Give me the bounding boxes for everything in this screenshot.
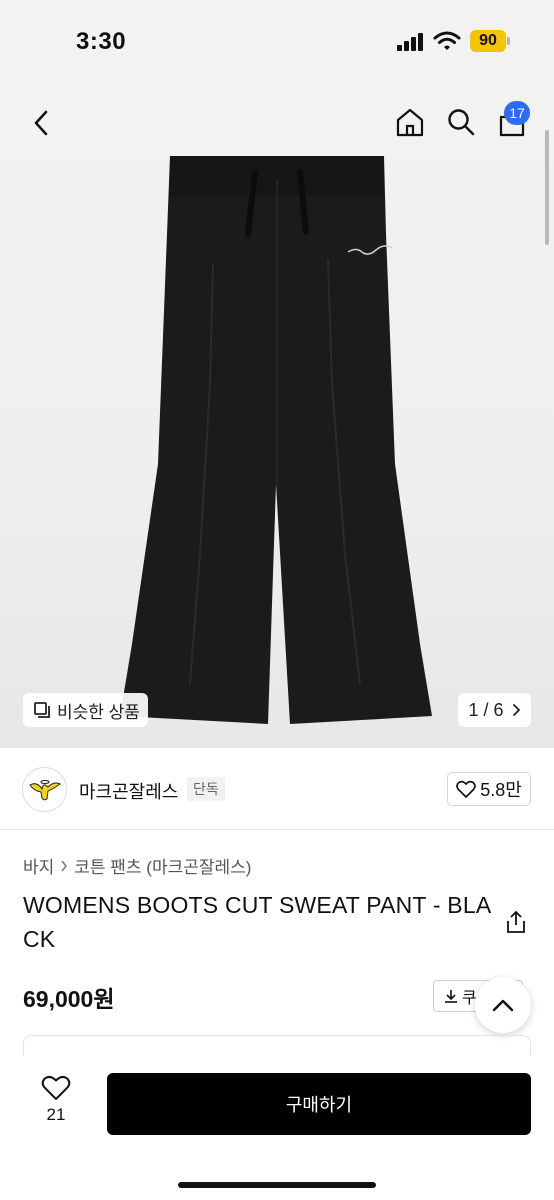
buy-button[interactable]: 구매하기 (107, 1073, 531, 1135)
home-icon (396, 108, 424, 137)
breadcrumb-subcategory[interactable]: 코튼 팬츠 (마크곤잘레스) (74, 853, 251, 878)
battery-nub (507, 37, 510, 45)
scroll-indicator (545, 130, 549, 245)
similar-items-icon (34, 702, 50, 718)
breadcrumb: 바지 코튼 팬츠 (마크곤잘레스) (23, 853, 251, 878)
product-image-gallery[interactable]: 17 비슷한 상품 1 / 6 (0, 84, 554, 748)
home-button[interactable] (392, 104, 428, 140)
share-button[interactable] (505, 910, 529, 936)
product-image (120, 156, 432, 724)
chevron-left-icon (34, 110, 48, 136)
brand-like-button[interactable]: 5.8만 (447, 772, 531, 806)
chevron-right-icon (512, 704, 520, 716)
status-time: 3:30 (76, 28, 127, 55)
bottom-action-bar: 21 구매하기 (0, 1055, 554, 1200)
exclusive-tag: 단독 (187, 777, 225, 801)
brand-logo-angel-icon (28, 779, 61, 800)
page-indicator-text: 1 / 6 (468, 699, 504, 720)
share-icon (507, 910, 525, 933)
brand-like-count: 5.8만 (480, 780, 522, 800)
status-bar: 3:30 90 (0, 0, 554, 84)
scroll-to-top-button[interactable] (475, 977, 531, 1033)
wishlist-button[interactable]: 21 (30, 1075, 82, 1139)
similar-products-button[interactable]: 비슷한 상품 (23, 693, 148, 727)
download-icon (445, 990, 457, 1003)
image-page-indicator[interactable]: 1 / 6 (458, 693, 531, 727)
search-button[interactable] (443, 104, 479, 140)
wishlist-count: 21 (46, 1105, 66, 1124)
cart-count-badge: 17 (504, 101, 530, 125)
chevron-right-icon (61, 860, 68, 871)
similar-products-label: 비슷한 상품 (57, 702, 140, 722)
brand-logo[interactable] (22, 767, 67, 812)
wifi-icon (433, 31, 461, 50)
chevron-up-icon (492, 999, 514, 1012)
battery-level: 90 (470, 30, 506, 52)
search-icon (448, 109, 475, 136)
brand-row: 마크곤잘레스 단독 5.8만 (0, 748, 554, 830)
brand-name[interactable]: 마크곤잘레스 (79, 778, 178, 804)
heart-icon (456, 780, 477, 798)
product-price: 69,000원 (23, 986, 115, 1012)
heart-icon (41, 1075, 71, 1100)
cellular-signal-icon (397, 33, 425, 51)
home-indicator (178, 1182, 376, 1188)
product-title: WOMENS BOOTS CUT SWEAT PANT - BLACK (23, 892, 492, 952)
breadcrumb-category[interactable]: 바지 (23, 853, 54, 878)
back-button[interactable] (24, 106, 58, 140)
